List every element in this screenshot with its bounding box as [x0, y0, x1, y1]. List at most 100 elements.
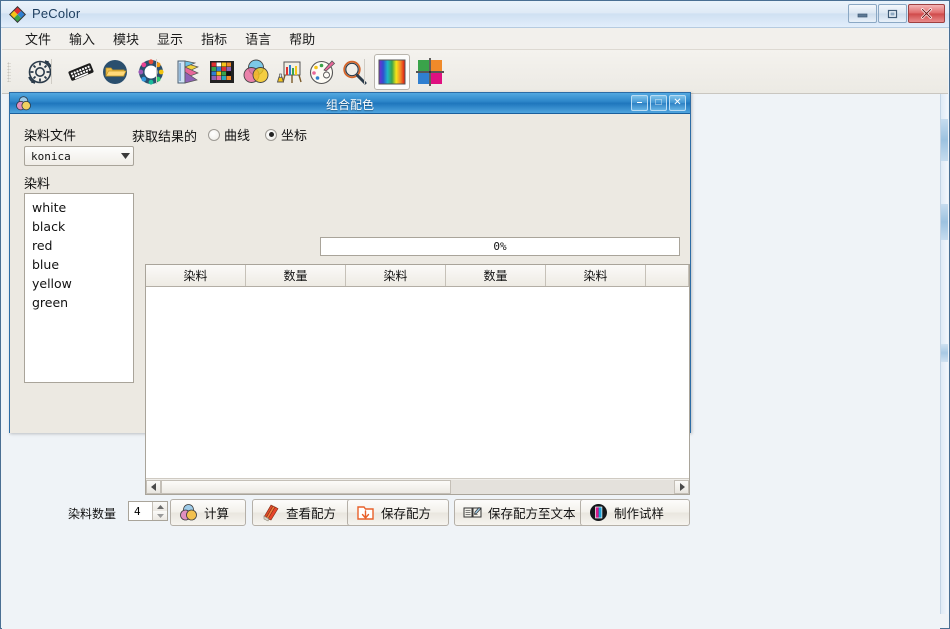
settings-gear-refresh-icon[interactable] [22, 54, 58, 90]
menu-file[interactable]: 文件 [16, 27, 60, 50]
dialog-controls: – □ ✕ [631, 95, 686, 111]
scrollbar-thumb[interactable] [941, 344, 948, 362]
menu-metrics[interactable]: 指标 [192, 27, 236, 50]
stepper-buttons [152, 502, 167, 520]
progress-bar: 0% [320, 237, 680, 256]
make-sample-label: 制作试样 [614, 506, 665, 521]
calculate-label: 计算 [204, 506, 230, 521]
save-text-book-icon [463, 503, 482, 522]
scrollbar-thumb[interactable] [941, 204, 948, 240]
window-maximize-button[interactable] [878, 4, 907, 23]
save-formula-text-label: 保存配方至文本 [488, 506, 576, 521]
list-item[interactable]: black [25, 217, 133, 236]
open-folder-icon[interactable] [97, 54, 133, 90]
table-header-row: 染料 数量 染料 数量 染料 [146, 265, 689, 287]
toolbar-grip[interactable] [7, 62, 11, 82]
window-close-button[interactable] [908, 4, 945, 23]
dialog-body: 染料文件 konica 染料 white black red blue yell… [10, 114, 690, 526]
save-formula-label: 保存配方 [381, 506, 432, 521]
radio-curve-label: 曲线 [224, 129, 251, 144]
color-quadrant-icon[interactable] [412, 54, 448, 90]
dialog-title: 组合配色 [325, 98, 374, 112]
scrollbar-track[interactable] [451, 479, 674, 494]
pecolor-logo-icon [9, 6, 26, 23]
radio-curve-indicator[interactable] [208, 128, 220, 141]
menu-help[interactable]: 帮助 [280, 27, 324, 50]
toolbar [2, 50, 948, 94]
paint-palette-brush-icon[interactable] [304, 54, 340, 90]
list-item[interactable]: yellow [25, 274, 133, 293]
table-header-cell[interactable]: 数量 [246, 265, 346, 286]
main-window: PeColor 文件 输入 模块 显示 指标 语言 帮助 组合配色 – □ ✕ … [0, 0, 950, 629]
chevron-down-icon [117, 147, 133, 165]
dye-count-label: 染料数量 [68, 507, 117, 521]
menu-display[interactable]: 显示 [148, 27, 192, 50]
toolbar-separator [364, 59, 365, 84]
color-mixing-circles-icon [179, 503, 198, 522]
table-header-cell[interactable]: 染料 [146, 265, 246, 286]
window-minimize-button[interactable] [848, 4, 877, 23]
progress-value: 0% [493, 240, 507, 253]
menu-language[interactable]: 语言 [236, 27, 280, 50]
stepper-up-button[interactable] [153, 502, 167, 511]
color-palette-grid-icon[interactable] [204, 54, 240, 90]
make-sample-button[interactable]: 制作试样 [580, 499, 690, 526]
menu-input[interactable]: 输入 [60, 27, 104, 50]
dye-file-select[interactable]: konica [24, 146, 134, 166]
scrollbar-thumb[interactable] [161, 479, 451, 494]
color-mixing-circles-icon[interactable] [238, 54, 274, 90]
scrollbar-thumb[interactable] [941, 119, 948, 161]
table-horizontal-scrollbar[interactable] [146, 478, 689, 494]
list-item[interactable]: white [25, 198, 133, 217]
list-item[interactable]: green [25, 293, 133, 312]
dialog-minimize-button[interactable]: – [631, 95, 648, 111]
scroll-right-arrow-icon[interactable] [674, 479, 689, 494]
main-vertical-scrollbar[interactable] [940, 94, 948, 614]
fan-deck-icon [261, 503, 280, 522]
combination-color-dialog: 组合配色 – □ ✕ 染料文件 konica 染料 white black re… [9, 92, 691, 526]
result-mode-label: 获取结果的 [132, 130, 198, 145]
keyboard-icon[interactable] [63, 54, 99, 90]
dialog-close-button[interactable]: ✕ [669, 95, 686, 111]
magnifier-search-icon[interactable] [336, 54, 372, 90]
toolbar-separator [51, 59, 52, 84]
table-header-cell[interactable]: 染料 [546, 265, 646, 286]
color-fan-deck-icon[interactable] [170, 54, 206, 90]
dye-label: 染料 [24, 177, 51, 192]
spectrum-gradient-icon[interactable] [374, 54, 410, 90]
dye-file-value: konica [31, 149, 71, 163]
sample-swatch-icon [589, 503, 608, 522]
calculate-button[interactable]: 计算 [170, 499, 246, 526]
save-formula-text-button[interactable]: 保存配方至文本 [454, 499, 596, 526]
scroll-left-arrow-icon[interactable] [146, 479, 161, 494]
dialog-title-bar: 组合配色 – □ ✕ [10, 93, 690, 114]
formula-table[interactable]: 染料 数量 染料 数量 染料 [145, 264, 690, 495]
radio-coordinate[interactable]: 坐标 [265, 125, 307, 144]
menu-module[interactable]: 模块 [104, 27, 148, 50]
table-header-cell[interactable]: 染料 [346, 265, 446, 286]
dye-count-stepper[interactable]: 4 [128, 501, 168, 521]
lab-easel-icon[interactable] [271, 54, 307, 90]
color-wheel-icon[interactable] [133, 54, 169, 90]
table-header-cell[interactable]: 数量 [446, 265, 546, 286]
radio-coordinate-label: 坐标 [281, 129, 308, 144]
radio-coordinate-indicator[interactable] [265, 128, 277, 141]
save-formula-button[interactable]: 保存配方 [347, 499, 449, 526]
dye-file-label: 染料文件 [24, 129, 77, 144]
stepper-down-button[interactable] [153, 511, 167, 520]
list-item[interactable]: red [25, 236, 133, 255]
table-header-cell[interactable] [646, 265, 689, 286]
radio-curve[interactable]: 曲线 [208, 125, 250, 144]
table-body [146, 287, 689, 472]
view-formula-button[interactable]: 查看配方 [252, 499, 358, 526]
window-title: PeColor [32, 6, 81, 21]
dialog-maximize-button[interactable]: □ [650, 95, 667, 111]
toolbar-separator [156, 59, 157, 84]
save-down-arrow-icon [356, 503, 375, 522]
menu-bar: 文件 输入 模块 显示 指标 语言 帮助 [2, 28, 948, 50]
window-title-bar: PeColor [1, 1, 949, 28]
dye-listbox[interactable]: white black red blue yellow green [24, 193, 134, 383]
window-controls [848, 4, 945, 23]
list-item[interactable]: blue [25, 255, 133, 274]
view-formula-label: 查看配方 [286, 506, 337, 521]
